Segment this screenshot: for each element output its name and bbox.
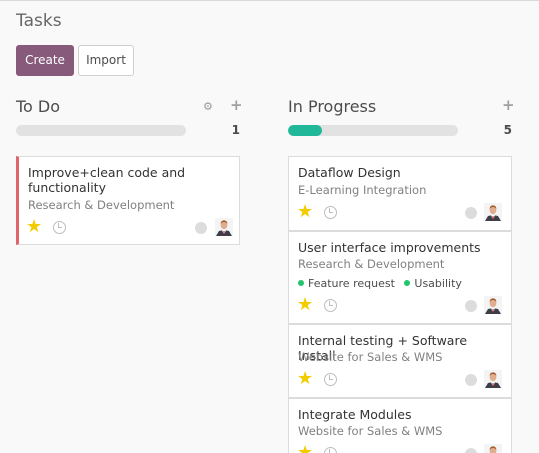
card-title: User interface improvements — [298, 240, 481, 255]
column-count: 5 — [503, 123, 512, 137]
card-project: Website for Sales & WMS — [298, 424, 443, 438]
status-dot[interactable] — [195, 222, 207, 234]
column-title: To Do — [16, 97, 61, 116]
clock-icon[interactable] — [324, 206, 337, 219]
kanban-card[interactable]: Integrate Modules Website for Sales & WM… — [288, 398, 512, 453]
star-icon[interactable]: ★ — [297, 370, 313, 388]
star-icon[interactable]: ★ — [297, 296, 313, 314]
status-dot[interactable] — [465, 374, 477, 386]
card-title: Integrate Modules — [298, 407, 412, 422]
import-button[interactable]: Import — [78, 45, 134, 76]
status-dot[interactable] — [465, 300, 477, 312]
card-project: Research & Development — [298, 257, 445, 271]
star-icon[interactable]: ★ — [297, 444, 313, 453]
clock-icon[interactable] — [53, 221, 66, 234]
clock-icon[interactable] — [324, 373, 337, 386]
column-progress-bar[interactable] — [16, 125, 186, 136]
tag: Feature request — [298, 277, 395, 290]
kanban-card[interactable]: Dataflow Design E-Learning Integration ★ — [288, 156, 512, 231]
tag-dot — [298, 280, 304, 286]
column-progress-bar[interactable] — [288, 125, 458, 136]
create-button[interactable]: Create — [16, 45, 74, 76]
kanban-card[interactable]: Internal testing + Software Install Webs… — [288, 324, 512, 398]
star-icon[interactable]: ★ — [297, 203, 313, 221]
plus-icon[interactable]: + — [230, 96, 243, 114]
avatar[interactable] — [484, 370, 502, 388]
status-dot[interactable] — [465, 448, 477, 453]
gear-icon[interactable]: ⚙ — [203, 100, 213, 113]
card-title: Dataflow Design — [298, 165, 401, 180]
status-dot[interactable] — [465, 207, 477, 219]
avatar[interactable] — [484, 203, 502, 221]
plus-icon[interactable]: + — [502, 96, 515, 114]
tag-label: Usability — [414, 277, 462, 290]
clock-icon[interactable] — [324, 299, 337, 312]
column-title: In Progress — [288, 97, 377, 116]
tag: Usability — [404, 277, 462, 290]
column-count: 1 — [231, 123, 240, 137]
progress-fill — [288, 125, 322, 136]
avatar[interactable] — [484, 444, 502, 453]
top-divider — [0, 0, 539, 1]
card-project: Research & Development — [28, 198, 175, 212]
card-project: Website for Sales & WMS — [298, 350, 443, 364]
page-title: Tasks — [16, 11, 62, 31]
avatar[interactable] — [484, 296, 502, 314]
tag-list: Feature request Usability — [298, 277, 468, 290]
kanban-card[interactable]: Improve+clean code and functionality Res… — [16, 156, 240, 245]
star-icon[interactable]: ★ — [26, 218, 42, 236]
card-project: E-Learning Integration — [298, 183, 427, 197]
tag-label: Feature request — [308, 277, 395, 290]
tag-dot — [404, 280, 411, 286]
avatar[interactable] — [215, 218, 233, 236]
card-title: Improve+clean code and functionality — [28, 165, 186, 195]
kanban-card[interactable]: User interface improvements Research & D… — [288, 231, 512, 324]
clock-icon[interactable] — [324, 447, 337, 453]
